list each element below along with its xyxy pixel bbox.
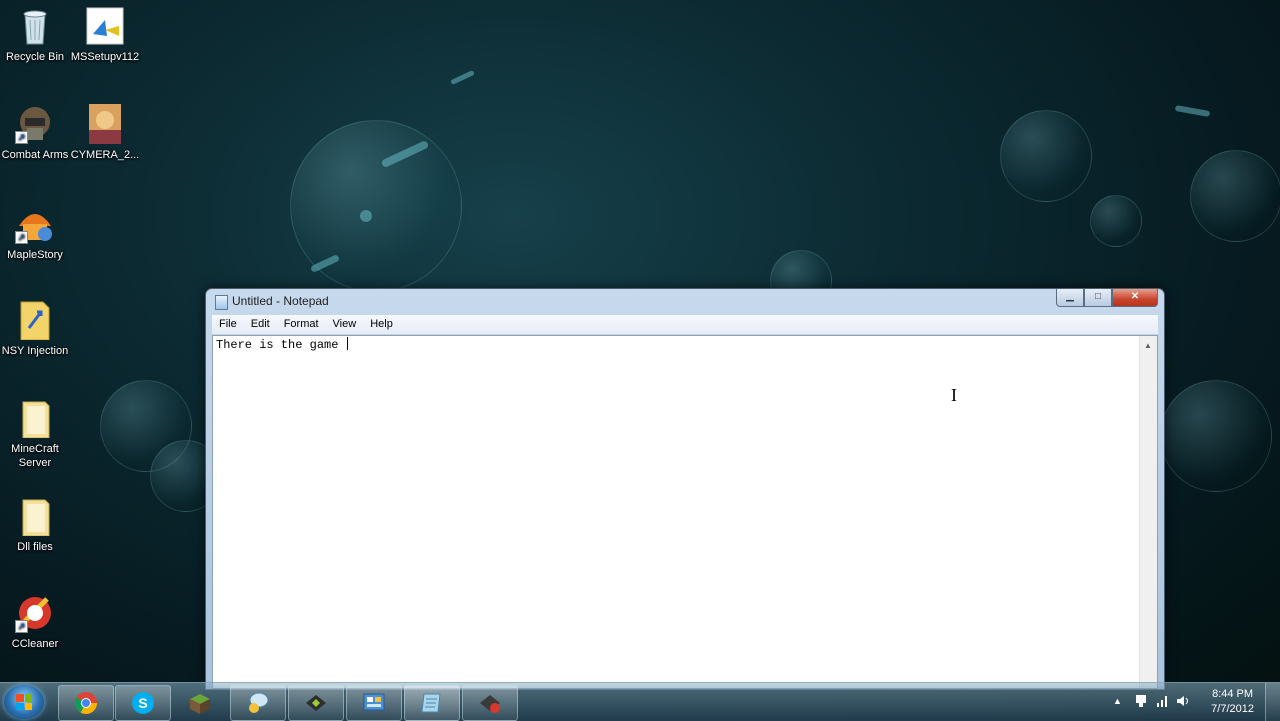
desktop-icon-label: MSSetupv112 — [70, 51, 140, 63]
close-button[interactable]: ✕ — [1112, 289, 1158, 307]
desktop-icon-nsy-injection[interactable]: NSY Injection — [0, 300, 70, 358]
game-launcher-icon — [306, 695, 326, 711]
maplestory-icon: ↗ — [15, 204, 55, 244]
windows-logo-icon — [16, 694, 32, 710]
minecraft-icon — [190, 694, 210, 714]
editor-text: There is the game — [216, 338, 346, 352]
recycle-bin-icon — [15, 6, 55, 46]
desktop-icon-label: MineCraft Server — [11, 443, 59, 469]
chat-icon — [249, 692, 269, 713]
menu-format[interactable]: Format — [277, 315, 326, 334]
scroll-up-icon[interactable]: ▲ — [1144, 341, 1152, 350]
desktop-icon-label: Recycle Bin — [5, 51, 65, 63]
window-title: Untitled - Notepad — [232, 294, 329, 308]
taskbar-app-chrome[interactable] — [58, 685, 114, 721]
taskbar: S ▲ 8:44 PM 7/7/2012 — [0, 682, 1280, 721]
folder-icon — [15, 496, 55, 537]
desktop-icon-label: CCleaner — [11, 638, 59, 650]
taskbar-app-chat[interactable] — [230, 685, 286, 721]
notepad-window[interactable]: Untitled - Notepad ▁ □ ✕ File Edit Forma… — [205, 288, 1165, 690]
desktop-icon-combat-arms[interactable]: ↗ Combat Arms — [0, 104, 70, 162]
vertical-scrollbar[interactable]: ▲ — [1139, 336, 1157, 688]
taskbar-clock[interactable]: 8:44 PM 7/7/2012 — [1211, 687, 1254, 717]
shortcut-arrow-icon: ↗ — [15, 131, 28, 144]
shortcut-arrow-icon: ↗ — [15, 620, 28, 633]
svg-text:S: S — [138, 695, 147, 711]
control-panel-icon — [363, 693, 385, 711]
desktop-icon-label: CYMERA_2... — [70, 149, 140, 161]
image-file-icon — [85, 104, 125, 144]
desktop-icon-label: NSY Injection — [1, 345, 69, 357]
clock-time: 8:44 PM — [1212, 688, 1254, 700]
minimize-button[interactable]: ▁ — [1056, 289, 1084, 307]
desktop-icon-minecraft-server[interactable]: MineCraft Server — [0, 398, 70, 470]
show-hidden-icons-icon[interactable]: ▲ — [1113, 696, 1122, 706]
start-button[interactable] — [4, 685, 44, 719]
editor-content[interactable]: There is the game — [216, 337, 348, 352]
desktop-icon-recycle-bin[interactable]: Recycle Bin — [0, 6, 70, 64]
desktop-icon-mssetup[interactable]: MSSetupv112 — [70, 6, 140, 64]
ibeam-cursor-icon: I — [951, 385, 957, 405]
ccleaner-icon: ↗ — [15, 593, 55, 633]
show-desktop-button[interactable] — [1265, 683, 1280, 721]
setup-icon — [85, 6, 125, 46]
skype-icon: S — [132, 692, 154, 714]
desktop-icon-label: MapleStory — [7, 249, 63, 261]
desktop-icon-label: Dll files — [17, 541, 53, 553]
combat-arms-icon: ↗ — [15, 104, 55, 144]
taskbar-app-control-panel[interactable] — [346, 685, 402, 721]
menu-file[interactable]: File — [212, 315, 244, 334]
signal-icon[interactable] — [1156, 694, 1170, 711]
text-editor[interactable]: There is the game ▲ — [212, 335, 1158, 689]
taskbar-app-game-launcher[interactable] — [288, 685, 344, 721]
menu-edit[interactable]: Edit — [244, 315, 277, 334]
shortcut-arrow-icon: ↗ — [15, 231, 28, 244]
taskbar-app-notepad[interactable] — [404, 685, 460, 721]
menu-view[interactable]: View — [326, 315, 364, 334]
taskbar-app-minecraft[interactable] — [172, 685, 228, 721]
taskbar-app-injector[interactable] — [462, 685, 518, 721]
notepad-icon — [421, 693, 441, 713]
folder-icon — [15, 398, 55, 439]
injector-icon — [480, 695, 500, 713]
desktop-icon-cymera[interactable]: CYMERA_2... — [70, 104, 140, 162]
clock-date: 7/7/2012 — [1211, 703, 1254, 715]
notepad-icon — [215, 295, 228, 310]
menu-bar: File Edit Format View Help — [212, 315, 1158, 335]
network-icon[interactable] — [1135, 694, 1147, 711]
window-titlebar[interactable]: Untitled - Notepad ▁ □ ✕ — [206, 289, 1164, 313]
chrome-icon — [75, 692, 97, 714]
menu-help[interactable]: Help — [363, 315, 400, 334]
volume-icon[interactable] — [1176, 694, 1190, 711]
desktop-icon-label: Combat Arms — [1, 149, 69, 161]
desktop-icon-dll-files[interactable]: Dll files — [0, 496, 70, 554]
taskbar-app-skype[interactable]: S — [115, 685, 171, 721]
injector-icon — [15, 300, 55, 341]
desktop-icon-maplestory[interactable]: ↗ MapleStory — [0, 204, 70, 262]
desktop-icon-ccleaner[interactable]: ↗ CCleaner — [0, 593, 70, 651]
maximize-button[interactable]: □ — [1084, 289, 1112, 307]
text-caret — [346, 337, 348, 350]
system-tray: ▲ 8:44 PM 7/7/2012 — [1110, 683, 1280, 721]
